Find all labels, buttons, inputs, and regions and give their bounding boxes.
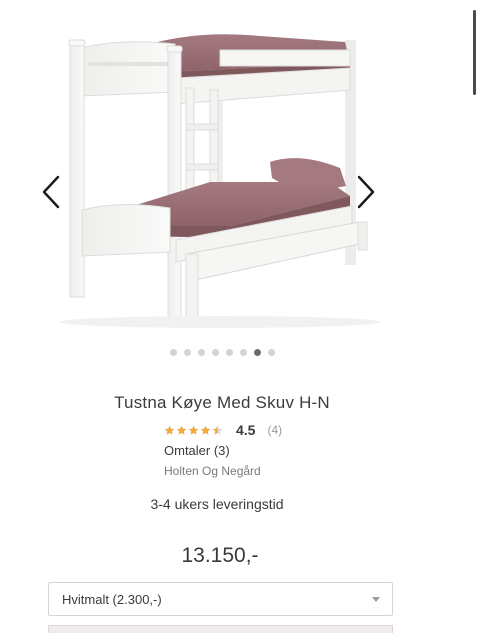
gallery-dot[interactable] [225,349,233,356]
variant-select-value: Hvitmalt (2.300,-) [62,591,162,607]
gallery-dot[interactable] [169,349,177,356]
product-price: 13.150,- [181,544,259,567]
gallery-dot[interactable] [211,349,219,356]
gallery-dot[interactable] [183,349,191,356]
chevron-right-icon [357,175,375,209]
gallery-next-button[interactable] [351,170,381,214]
star-icon [164,425,175,435]
gallery-dot[interactable] [239,349,247,356]
star-icon [200,425,211,435]
brand-name[interactable]: Holten Og Negård [164,464,261,478]
star-icon [212,425,223,435]
bunk-bed-image [60,34,380,328]
product-title: Tustna Køye Med Skuv H-N [114,393,330,412]
next-option-panel[interactable] [48,625,393,633]
chevron-left-icon [42,175,60,209]
gallery-dot[interactable] [267,349,275,356]
gallery-previous-button[interactable] [36,170,66,214]
star-icon [176,425,187,435]
gallery-dot[interactable] [253,349,261,356]
product-image-gallery[interactable] [0,0,480,340]
gallery-pagination [0,349,444,356]
caret-down-icon [372,596,380,602]
variant-select[interactable]: Hvitmalt (2.300,-) [48,582,393,616]
product-rating[interactable]: 4.5 (4) [164,421,282,439]
rating-count: (4) [267,423,283,437]
delivery-time: 3-4 ukers leveringstid [150,496,284,512]
rating-stars [164,425,223,436]
reviews-link[interactable]: Omtaler (3) [164,443,230,458]
star-icon [188,425,199,435]
scrollbar-thumb[interactable] [473,10,476,95]
rating-value: 4.5 [236,422,256,438]
gallery-dot[interactable] [197,349,205,356]
